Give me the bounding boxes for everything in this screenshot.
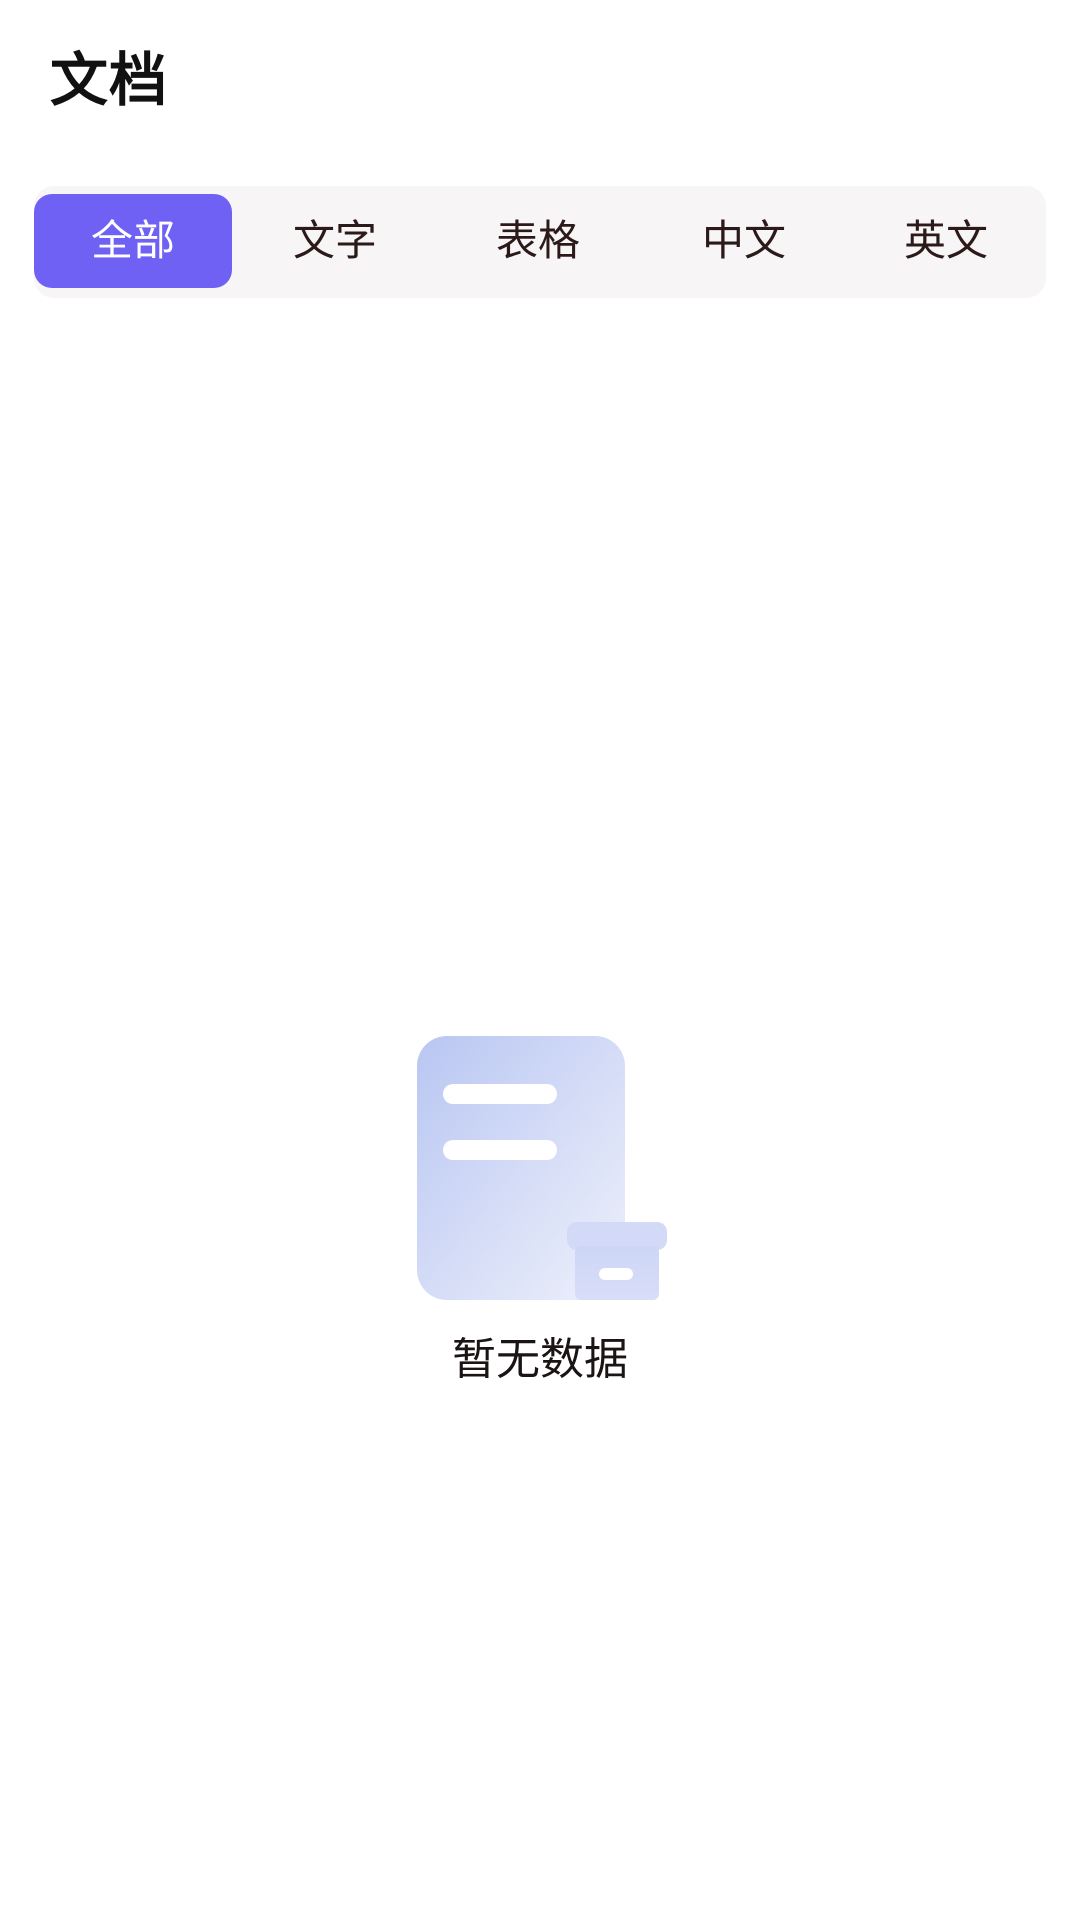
filter-tab-bar: 全部 文字 表格 中文 英文	[34, 186, 1046, 298]
tab-table[interactable]: 表格	[438, 194, 638, 288]
page-title: 文档	[50, 46, 169, 114]
tab-english[interactable]: 英文	[846, 194, 1046, 288]
empty-state: 暂无数据	[0, 1036, 1080, 1390]
tab-text[interactable]: 文字	[236, 194, 434, 288]
tab-all[interactable]: 全部	[34, 194, 232, 288]
empty-state-message: 暂无数据	[452, 1334, 628, 1385]
tab-chinese[interactable]: 中文	[644, 194, 844, 288]
empty-document-box-icon	[417, 1036, 667, 1300]
